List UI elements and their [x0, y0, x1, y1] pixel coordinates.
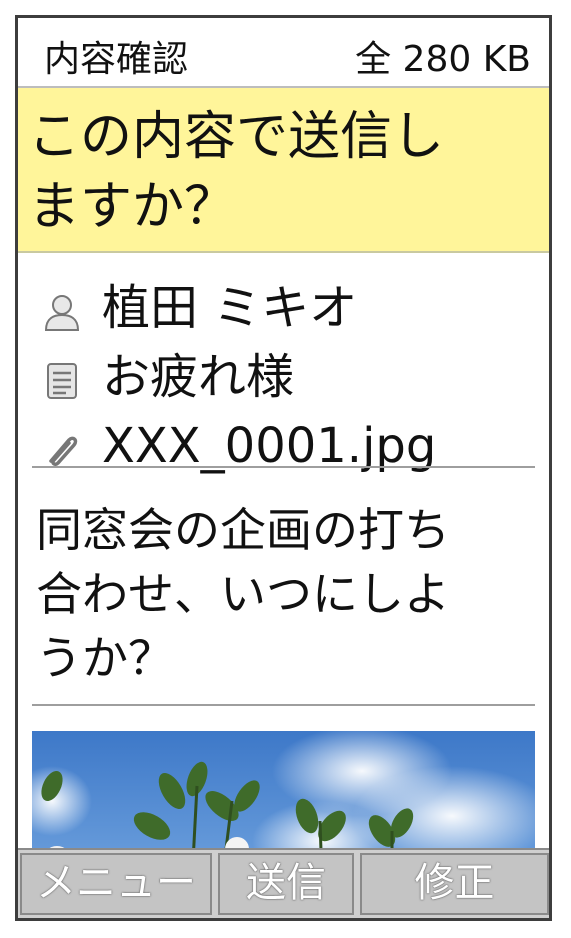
divider-top: [32, 466, 535, 468]
edit-softkey[interactable]: 修正: [360, 853, 549, 915]
softkey-bar: メニュー 送信 修正: [18, 848, 549, 918]
attachment-filename: XXX_0001.jpg: [102, 418, 437, 474]
attachment-row[interactable]: XXX_0001.jpg: [18, 414, 549, 478]
confirmation-question: この内容で送信し ますか？: [18, 88, 549, 253]
header-title: 内容確認: [44, 39, 189, 80]
menu-softkey[interactable]: メニュー: [20, 853, 212, 915]
recipient-name: 植田 ミキオ: [102, 280, 358, 336]
subject-text: お疲れ様: [102, 349, 295, 405]
total-size-label: 全 280 KB: [355, 39, 531, 80]
message-line-3: うか？: [36, 631, 174, 685]
confirm-screen: 内容確認 全 280 KB この内容で送信し ますか？ 植田 ミキオ お疲れ様: [15, 15, 552, 921]
send-softkey[interactable]: 送信: [218, 853, 354, 915]
paperclip-icon: [42, 426, 82, 466]
recipient-row[interactable]: 植田 ミキオ: [18, 276, 549, 340]
question-line-2: ますか？: [28, 177, 237, 237]
subject-row[interactable]: お疲れ様: [18, 345, 549, 409]
divider-bottom: [32, 704, 535, 706]
message-line-1: 同窓会の企画の打ち: [36, 503, 450, 557]
message-body: 同窓会の企画の打ち 合わせ、いつにしよ うか？: [36, 498, 535, 690]
document-icon: [42, 357, 82, 399]
person-icon: [42, 288, 82, 331]
message-line-2: 合わせ、いつにしよ: [36, 567, 450, 621]
question-line-1: この内容で送信し: [28, 107, 445, 167]
header-bar: 内容確認 全 280 KB: [18, 18, 549, 88]
